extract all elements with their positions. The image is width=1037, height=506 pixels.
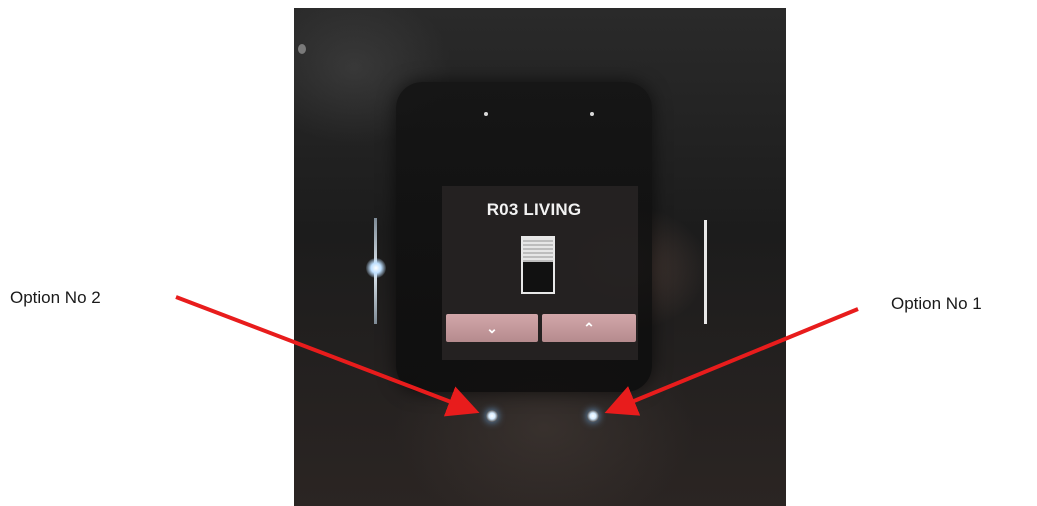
arrow-option-2 [175,295,480,417]
arrow-option-1 [604,307,859,416]
annotation-arrows [175,295,859,417]
